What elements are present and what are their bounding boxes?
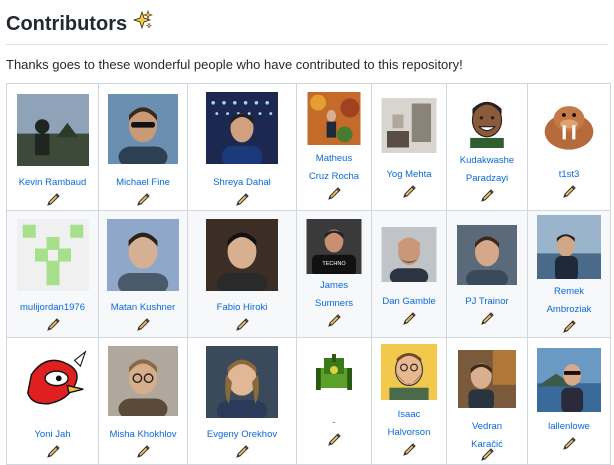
- pencil-icon[interactable]: [235, 318, 249, 332]
- contributor-avatar[interactable]: [459, 92, 515, 148]
- pencil-icon[interactable]: [136, 318, 150, 332]
- contributor-cell: Dan Gamble: [371, 210, 447, 338]
- contributor-cell: Isaac Halvorson: [371, 337, 447, 465]
- contributor-name-link[interactable]: Fabio Hiroki: [189, 299, 296, 317]
- contributor-avatar[interactable]: [314, 354, 354, 394]
- contributors-heading: Contributors: [6, 0, 608, 38]
- contributor-avatar[interactable]: [381, 98, 437, 153]
- svg-text:TECHNO: TECHNO: [322, 261, 346, 267]
- contributor-name-link[interactable]: Isaac Halvorson: [373, 406, 446, 442]
- pencil-icon[interactable]: [562, 437, 576, 451]
- contributor-name-link[interactable]: Matheus Cruz Rocha: [298, 150, 371, 186]
- contributor-cell: t1st3: [527, 83, 611, 211]
- contributor-avatar[interactable]: [16, 346, 89, 418]
- contributor-name-link[interactable]: Yoni Jah: [8, 426, 98, 444]
- contributor-avatar[interactable]: [107, 219, 179, 291]
- contributor-name-link[interactable]: PJ Trainor: [448, 293, 527, 311]
- contributor-name-link[interactable]: Remek Ambroziak: [529, 283, 610, 319]
- contributor-cell: Michael Fine: [98, 83, 188, 211]
- pencil-icon[interactable]: [402, 185, 416, 199]
- contributor-cell: Matheus Cruz Rocha: [296, 83, 372, 211]
- contributor-name-link[interactable]: t1st3: [529, 166, 610, 184]
- contributor-avatar[interactable]: [108, 94, 178, 164]
- pencil-icon[interactable]: [46, 445, 60, 459]
- pencil-icon[interactable]: [562, 185, 576, 199]
- pencil-icon[interactable]: [562, 320, 576, 334]
- contributor-avatar[interactable]: [457, 225, 517, 285]
- pencil-icon[interactable]: [402, 443, 416, 457]
- contributor-avatar[interactable]: [206, 346, 278, 418]
- contributors-table: Kevin Rambaud Michael Fine Shreya Dahal Ma…: [6, 83, 611, 465]
- contributors-title: Contributors: [6, 13, 128, 35]
- contributor-avatar[interactable]: [381, 344, 437, 400]
- pencil-icon[interactable]: [327, 187, 341, 201]
- contributor-cell: Shreya Dahal: [187, 83, 297, 211]
- contributor-avatar[interactable]: [381, 227, 437, 282]
- contributor-cell: Yoni Jah: [6, 337, 99, 465]
- contributor-cell: Kevin Rambaud: [6, 83, 99, 211]
- pencil-icon[interactable]: [136, 193, 150, 207]
- contributor-name-link[interactable]: Dan Gamble: [373, 293, 446, 311]
- contributors-row: Yoni Jah Misha Khokhlov Evgeny Orekhov - I…: [6, 337, 611, 465]
- contributor-avatar[interactable]: [307, 92, 361, 145]
- contributor-avatar[interactable]: [108, 346, 178, 416]
- contributor-name-link[interactable]: Misha Khokhlov: [100, 426, 187, 444]
- contributor-avatar[interactable]: [16, 94, 89, 166]
- contributor-avatar[interactable]: [537, 92, 601, 156]
- intro-text: Thanks goes to these wonderful people wh…: [6, 57, 463, 72]
- contributor-cell: mulijordan1976: [6, 210, 99, 338]
- contributor-name-link[interactable]: mulijordan1976: [8, 299, 98, 317]
- pencil-icon[interactable]: [235, 445, 249, 459]
- contributor-cell: -: [296, 337, 372, 465]
- contributor-name-link[interactable]: lallenlowe: [529, 418, 610, 436]
- contributor-avatar[interactable]: [537, 215, 601, 279]
- contributor-cell: Evgeny Orekhov: [187, 337, 297, 465]
- contributor-name-link[interactable]: -: [298, 414, 371, 432]
- contributor-name-link[interactable]: Kevin Rambaud: [8, 174, 98, 192]
- contributor-cell: Vedran Karačić: [446, 337, 528, 465]
- pencil-icon[interactable]: [327, 433, 341, 447]
- pencil-icon[interactable]: [136, 445, 150, 459]
- contributor-name-link[interactable]: Shreya Dahal: [189, 174, 296, 192]
- contributor-name-link[interactable]: Michael Fine: [100, 174, 187, 192]
- contributor-avatar[interactable]: TECHNO: [306, 219, 362, 274]
- pencil-icon[interactable]: [402, 312, 416, 326]
- pencil-icon[interactable]: [235, 193, 249, 207]
- contributor-avatar[interactable]: [206, 92, 278, 164]
- contributor-cell: Kudakwashe Paradzayi: [446, 83, 528, 211]
- contributors-row: Kevin Rambaud Michael Fine Shreya Dahal Ma…: [6, 83, 611, 211]
- contributor-name-link[interactable]: Matan Kushner: [100, 299, 187, 317]
- contributor-cell: Yog Mehta: [371, 83, 447, 211]
- contributor-cell: Misha Khokhlov: [98, 337, 188, 465]
- contributor-name-link[interactable]: Kudakwashe Paradzayi: [448, 152, 527, 188]
- contributor-avatar[interactable]: [16, 219, 89, 291]
- contributor-cell: Remek Ambroziak: [527, 210, 611, 338]
- pencil-icon[interactable]: [46, 193, 60, 207]
- contributor-cell: PJ Trainor: [446, 210, 528, 338]
- contributor-avatar[interactable]: [458, 350, 516, 408]
- pencil-icon[interactable]: [327, 314, 341, 328]
- contributor-cell: Fabio Hiroki: [187, 210, 297, 338]
- contributors-row: mulijordan1976 Matan Kushner Fabio Hirok…: [6, 210, 611, 338]
- contributor-avatar[interactable]: [206, 219, 278, 291]
- pencil-icon[interactable]: [480, 448, 494, 462]
- sparkles-icon: [132, 10, 154, 38]
- contributor-avatar[interactable]: [537, 348, 601, 412]
- contributor-name-link[interactable]: James Sumners: [298, 277, 371, 313]
- heading-divider: [6, 44, 608, 45]
- contributor-cell: TECHNO James Sumners: [296, 210, 372, 338]
- pencil-icon[interactable]: [480, 189, 494, 203]
- pencil-icon[interactable]: [46, 318, 60, 332]
- contributor-cell: Matan Kushner: [98, 210, 188, 338]
- contributor-name-link[interactable]: Evgeny Orekhov: [189, 426, 296, 444]
- contributor-name-link[interactable]: Yog Mehta: [373, 166, 446, 184]
- pencil-icon[interactable]: [480, 312, 494, 326]
- contributor-cell: lallenlowe: [527, 337, 611, 465]
